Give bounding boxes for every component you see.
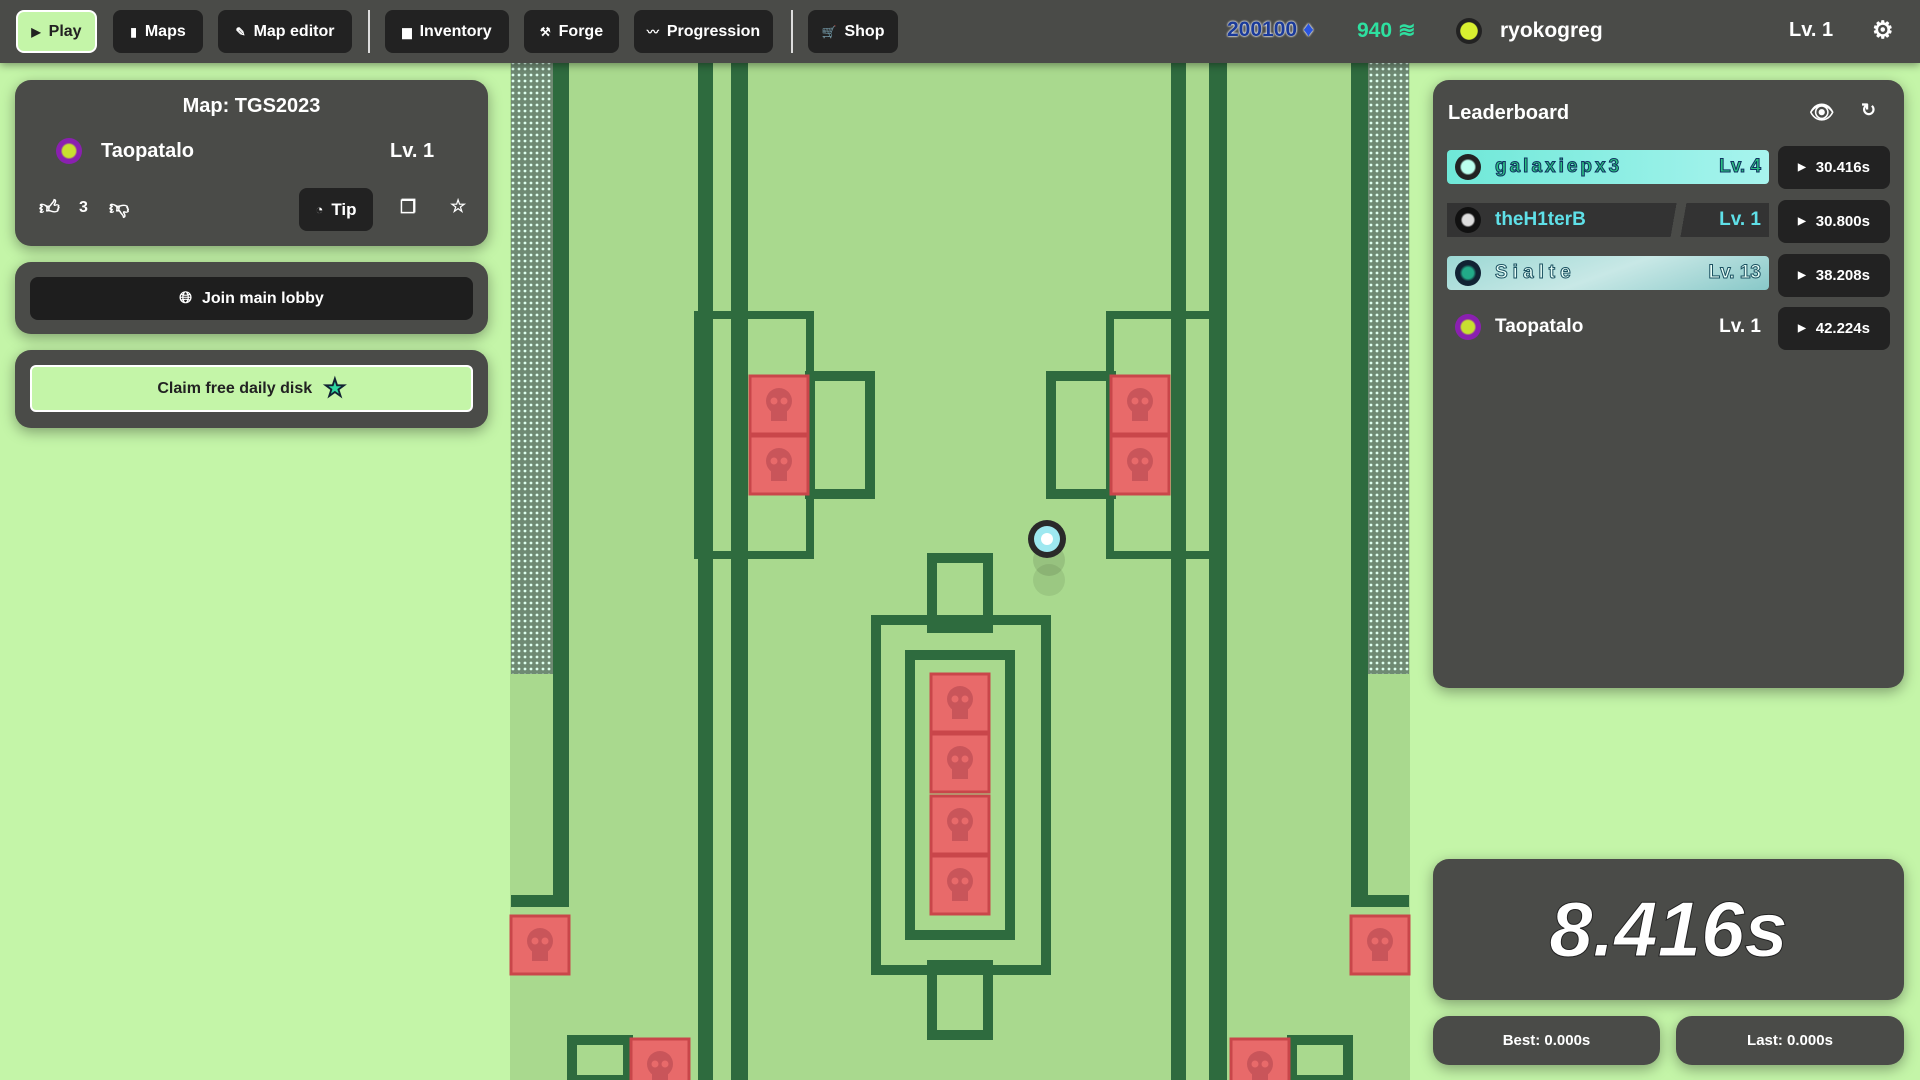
- play-icon: ▶: [1798, 162, 1806, 173]
- map-icon: ▮: [130, 25, 137, 39]
- pencil-icon: ✎: [236, 25, 246, 39]
- player-name: galaxiepx3: [1495, 156, 1719, 178]
- user-avatar[interactable]: [1456, 18, 1482, 44]
- leaderboard-entry[interactable]: Sialte Lv. 13: [1447, 256, 1769, 290]
- globe-icon: 🌐︎: [179, 290, 192, 308]
- player-name: Taopatalo: [1495, 316, 1719, 338]
- nav-forge-button[interactable]: ⚒Forge: [524, 10, 619, 53]
- coins-icon: ≋: [1398, 18, 1416, 43]
- trend-icon: 〰: [647, 23, 659, 40]
- current-time: 8.416s: [1549, 884, 1788, 975]
- user-level: Lv. 1: [1789, 19, 1833, 42]
- favorite-star-icon[interactable]: ☆: [450, 196, 466, 217]
- cart-icon: 🛒: [822, 25, 837, 39]
- leaderboard-title: Leaderboard: [1448, 102, 1569, 125]
- tip-button[interactable]: ◔Tip: [299, 188, 373, 231]
- top-nav-bar: ▶Play ▮Maps ✎Map editor ▆Inventory ⚒Forg…: [0, 0, 1920, 63]
- inventory-icon: ▆: [402, 25, 411, 39]
- replay-button[interactable]: ▶38.208s: [1778, 254, 1890, 297]
- gem-balance: 200100♦: [1227, 18, 1314, 42]
- left-dotted-wall: [511, 63, 553, 674]
- nav-inventory-button[interactable]: ▆Inventory: [385, 10, 509, 53]
- join-main-lobby-button[interactable]: 🌐︎Join main lobby: [30, 277, 473, 320]
- replay-button[interactable]: ▶42.224s: [1778, 307, 1890, 350]
- nav-shop-button[interactable]: 🛒Shop: [808, 10, 898, 53]
- player-level: Lv. 4: [1719, 156, 1761, 178]
- player-name: theH1terB: [1495, 209, 1719, 231]
- eye-icon[interactable]: 👁︎: [1809, 100, 1834, 125]
- username[interactable]: ryokogreg: [1500, 19, 1603, 43]
- nav-maps-button[interactable]: ▮Maps: [113, 10, 203, 53]
- map-info-panel: Map: TGS2023 Taopatalo Lv. 1 👍︎ 3 👎︎ ◔Ti…: [15, 80, 488, 246]
- play-icon: ▶: [31, 25, 40, 39]
- refresh-icon[interactable]: ↻: [1861, 100, 1876, 121]
- thumbs-down-icon[interactable]: 👎︎: [109, 196, 129, 220]
- nav-progression-button[interactable]: 〰Progression: [634, 10, 773, 53]
- play-icon: ▶: [1798, 270, 1806, 281]
- player-avatar: [1455, 207, 1481, 233]
- author-avatar: [56, 138, 82, 164]
- map-author[interactable]: Taopatalo: [101, 140, 194, 163]
- player-level: Lv. 1: [1719, 316, 1761, 338]
- play-icon: ▶: [1798, 323, 1806, 334]
- coin-balance: 940≋: [1357, 18, 1416, 43]
- timer-panel: 8.416s: [1433, 859, 1904, 1000]
- map-floor: [510, 63, 1410, 1080]
- right-dotted-wall: [1368, 63, 1409, 674]
- leaderboard-entry[interactable]: Taopatalo Lv. 1: [1447, 310, 1769, 344]
- replay-button[interactable]: ▶30.416s: [1778, 146, 1890, 189]
- map-title: Map: TGS2023: [15, 95, 488, 118]
- player-level: Lv. 1: [1719, 209, 1761, 231]
- settings-gear-icon[interactable]: ⚙: [1872, 16, 1894, 45]
- leaderboard-panel: Leaderboard 👁︎ ↻ galaxiepx3 Lv. 4 ▶30.41…: [1433, 80, 1904, 688]
- best-time: Best: 0.000s: [1433, 1016, 1660, 1065]
- coin-tip-icon: ◔: [315, 202, 323, 217]
- gem-icon: ♦: [1303, 18, 1314, 42]
- star-icon: ★: [324, 374, 346, 403]
- nav-map-editor-button[interactable]: ✎Map editor: [218, 10, 352, 53]
- claim-daily-disk-button[interactable]: Claim free daily disk★: [30, 365, 473, 412]
- player-avatar: [1455, 314, 1481, 340]
- lobby-panel: 🌐︎Join main lobby: [15, 262, 488, 334]
- leaderboard-entry[interactable]: theH1terB Lv. 1: [1447, 203, 1769, 237]
- like-count: 3: [79, 199, 88, 217]
- thumbs-up-icon[interactable]: 👍︎: [39, 196, 60, 220]
- player-level: Lv. 13: [1709, 262, 1761, 284]
- replay-button[interactable]: ▶30.800s: [1778, 200, 1890, 243]
- copy-icon[interactable]: ❐: [400, 197, 416, 218]
- leaderboard-entry[interactable]: galaxiepx3 Lv. 4: [1447, 150, 1769, 184]
- hammer-icon: ⚒: [540, 25, 551, 39]
- author-level: Lv. 1: [390, 140, 434, 163]
- play-icon: ▶: [1798, 216, 1806, 227]
- player-disk: [1028, 520, 1066, 596]
- player-avatar: [1455, 260, 1481, 286]
- nav-divider: [791, 10, 793, 53]
- player-name: Sialte: [1495, 262, 1709, 284]
- nav-divider: [368, 10, 370, 53]
- nav-play-button[interactable]: ▶Play: [16, 10, 97, 53]
- player-avatar: [1455, 154, 1481, 180]
- daily-disk-panel: Claim free daily disk★: [15, 350, 488, 428]
- last-time: Last: 0.000s: [1676, 1016, 1904, 1065]
